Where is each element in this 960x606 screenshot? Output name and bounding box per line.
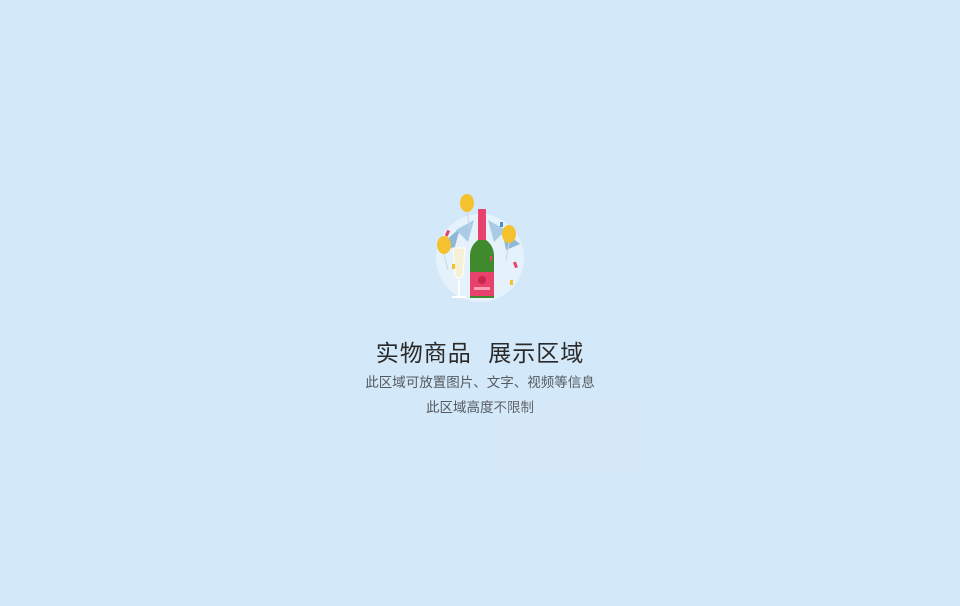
placeholder-title: 实物商品 展示区域 bbox=[375, 341, 585, 367]
placeholder-height-note: 此区域高度不限制 bbox=[426, 400, 534, 416]
product-display-placeholder: 实物商品 展示区域 此区域可放置图片、文字、视频等信息 此区域高度不限制 bbox=[0, 0, 960, 606]
champagne-celebration-icon bbox=[430, 190, 530, 305]
faint-overlay-block bbox=[494, 398, 640, 472]
placeholder-description: 此区域可放置图片、文字、视频等信息 bbox=[365, 375, 595, 391]
